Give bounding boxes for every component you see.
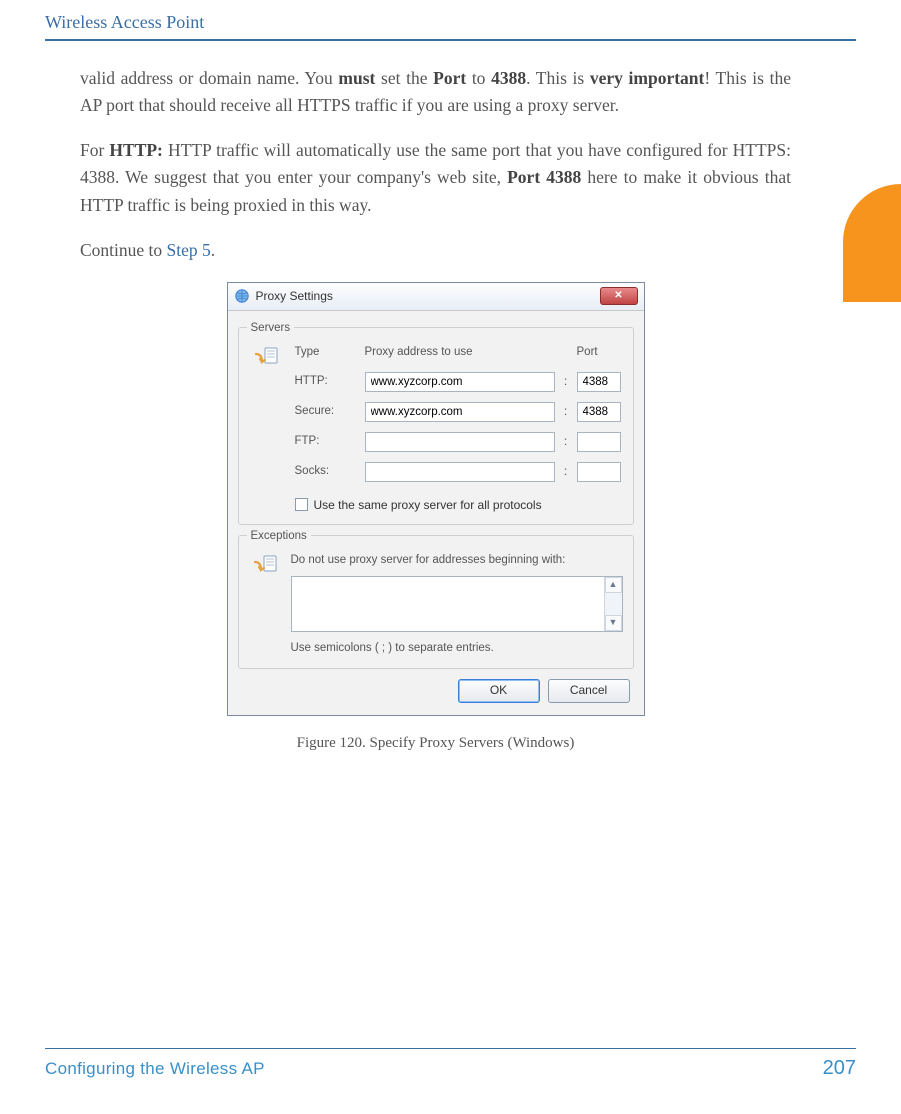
dialog-body: Servers Type Proxy address to use: [228, 311, 644, 715]
page-number: 207: [823, 1057, 856, 1080]
row-label-ftp: FTP:: [295, 433, 359, 451]
step-5-link[interactable]: Step 5: [167, 240, 211, 260]
cancel-button[interactable]: Cancel: [548, 679, 630, 703]
same-proxy-label: Use the same proxy server for all protoc…: [314, 496, 542, 515]
scroll-up-icon[interactable]: ▲: [605, 577, 622, 593]
dialog-button-row: OK Cancel: [238, 669, 634, 705]
exceptions-fieldset: Exceptions Do not use proxy server for a…: [238, 535, 634, 669]
close-button[interactable]: ✕: [600, 287, 638, 305]
exceptions-textarea[interactable]: [292, 577, 604, 631]
exceptions-hint: Use semicolons ( ; ) to separate entries…: [291, 640, 623, 658]
exceptions-icon: [249, 552, 283, 658]
page-header: Wireless Access Point: [0, 0, 901, 39]
row-label-socks: Socks:: [295, 463, 359, 481]
socks-address-input[interactable]: [365, 462, 555, 482]
dialog-title: Proxy Settings: [256, 287, 333, 306]
close-icon: ✕: [614, 288, 622, 304]
secure-port-input[interactable]: [577, 402, 621, 422]
page-content: valid address or domain name. You must s…: [0, 41, 901, 755]
same-proxy-row: Use the same proxy server for all protoc…: [295, 496, 623, 515]
colon: :: [561, 432, 571, 451]
exceptions-legend: Exceptions: [247, 528, 311, 546]
servers-fieldset: Servers Type Proxy address to use: [238, 327, 634, 525]
exceptions-label: Do not use proxy server for addresses be…: [291, 552, 623, 570]
header-type: Type: [295, 344, 359, 362]
http-address-input[interactable]: [365, 372, 555, 392]
footer-section-title: Configuring the Wireless AP: [45, 1059, 265, 1079]
row-label-http: HTTP:: [295, 373, 359, 391]
exceptions-scrollbar[interactable]: ▲ ▼: [604, 577, 622, 631]
header-address: Proxy address to use: [365, 344, 555, 362]
page-footer: Configuring the Wireless AP 207: [0, 1048, 901, 1081]
header-title: Wireless Access Point: [45, 12, 204, 32]
figure: Proxy Settings ✕ Servers: [80, 282, 791, 755]
globe-icon: [234, 288, 250, 304]
row-label-secure: Secure:: [295, 403, 359, 421]
colon: :: [561, 402, 571, 421]
paragraph-3: Continue to Step 5.: [80, 237, 791, 264]
ok-button[interactable]: OK: [458, 679, 540, 703]
ftp-address-input[interactable]: [365, 432, 555, 452]
socks-port-input[interactable]: [577, 462, 621, 482]
dialog-titlebar: Proxy Settings ✕: [228, 283, 644, 311]
paragraph-2: For HTTP: HTTP traffic will automaticall…: [80, 137, 791, 218]
ftp-port-input[interactable]: [577, 432, 621, 452]
proxy-settings-dialog: Proxy Settings ✕ Servers: [227, 282, 645, 716]
servers-icon: [249, 344, 283, 378]
same-proxy-checkbox[interactable]: [295, 498, 308, 511]
footer-rule: [45, 1048, 856, 1050]
paragraph-1: valid address or domain name. You must s…: [80, 65, 791, 119]
figure-caption: Figure 120. Specify Proxy Servers (Windo…: [80, 732, 791, 755]
exceptions-textarea-wrap: ▲ ▼: [291, 576, 623, 632]
colon: :: [561, 462, 571, 481]
secure-address-input[interactable]: [365, 402, 555, 422]
scroll-down-icon[interactable]: ▼: [605, 615, 622, 631]
servers-legend: Servers: [247, 320, 295, 338]
http-port-input[interactable]: [577, 372, 621, 392]
header-port: Port: [577, 344, 623, 362]
colon: :: [561, 372, 571, 391]
